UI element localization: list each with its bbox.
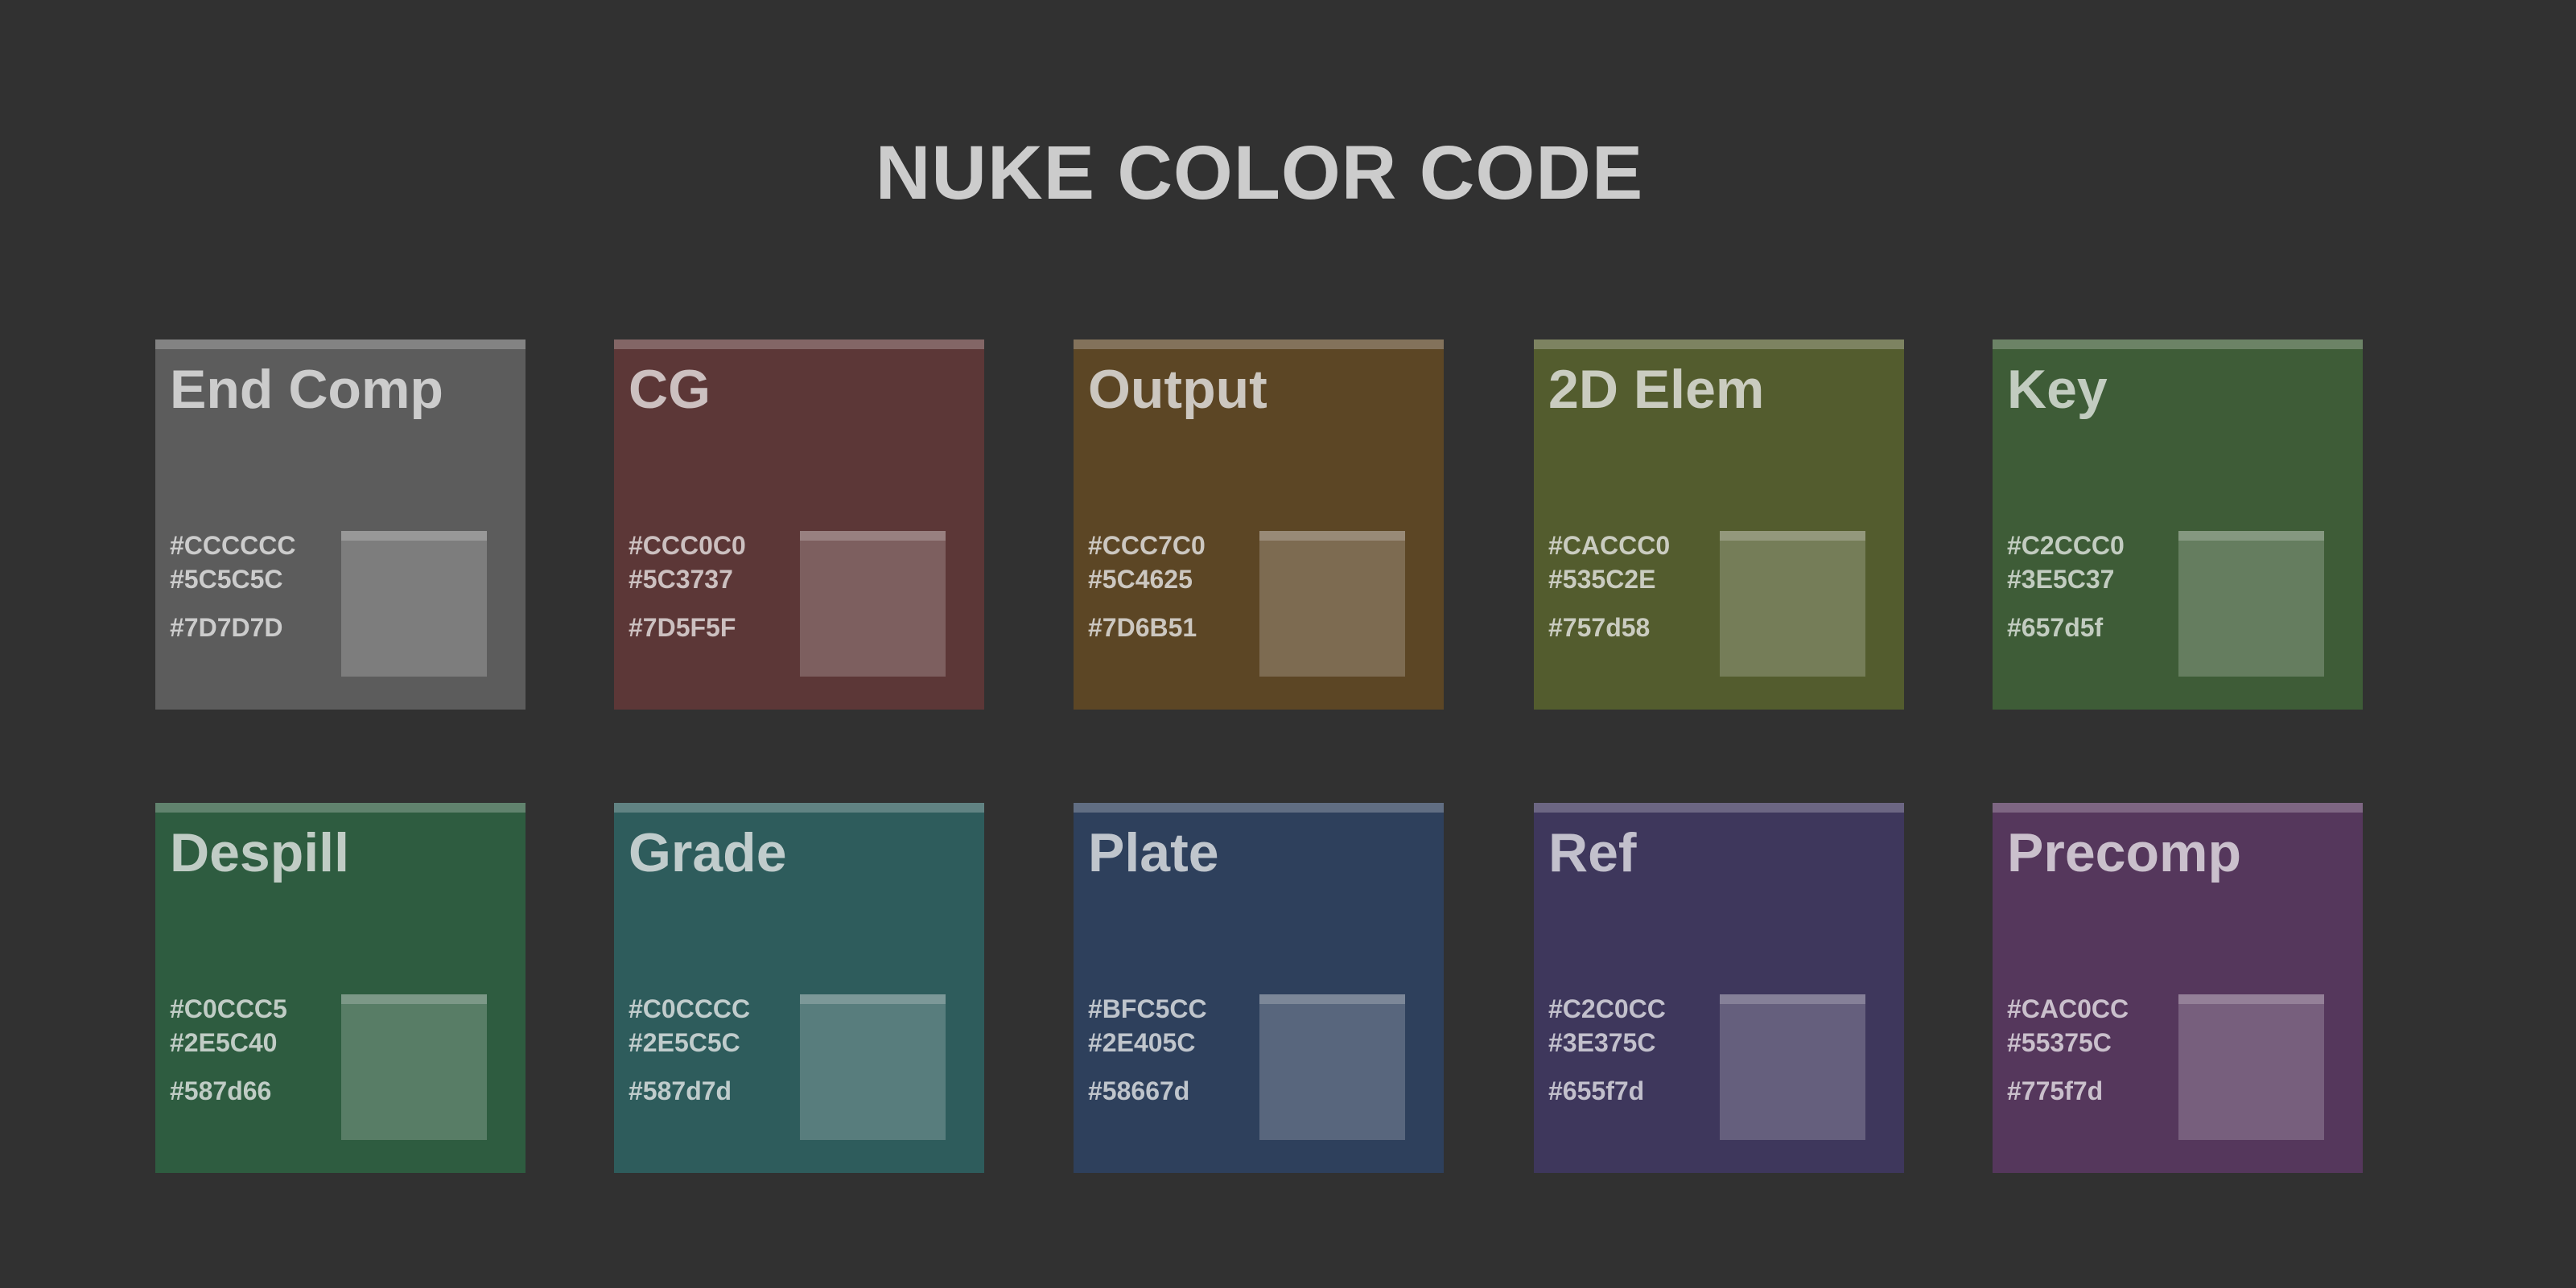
text-color-code: #C2C0CC: [1548, 994, 1666, 1023]
text-color-code: #CCC0C0: [629, 531, 746, 560]
text-color-code: #CACCC0: [1548, 531, 1671, 560]
swatch-color-code: #587d7d: [629, 1076, 732, 1105]
color-card-end-comp: End Comp #CCCCCC #5C5C5C #7D7D7D: [155, 339, 526, 710]
color-card-grade: Grade #C0CCCC #2E5C5C #587d7d: [614, 803, 984, 1173]
swatch-top-bar: [1720, 994, 1865, 1004]
card-name: Plate: [1088, 822, 1219, 883]
color-swatch: [341, 531, 487, 677]
body-color-code: #5C4625: [1088, 565, 1193, 594]
color-card-plate: Plate #BFC5CC #2E405C #58667d: [1074, 803, 1444, 1173]
body-color-code: #2E5C40: [170, 1028, 278, 1057]
swatch-top-bar: [2178, 994, 2324, 1004]
color-card-precomp: Precomp #CAC0CC #55375C #775f7d: [1993, 803, 2363, 1173]
card-top-bar: [1534, 803, 1904, 813]
body-color-code: #2E5C5C: [629, 1028, 740, 1057]
card-top-bar: [1074, 339, 1444, 349]
body-color-code: #5C5C5C: [170, 565, 283, 594]
card-top-bar: [155, 803, 526, 813]
page-title: NUKE COLOR CODE: [875, 130, 1644, 216]
color-card-cg: CG #CCC0C0 #5C3737 #7D5F5F: [614, 339, 984, 710]
color-swatch: [2178, 994, 2324, 1140]
swatch-color-code: #587d66: [170, 1076, 272, 1105]
card-name: Precomp: [2007, 822, 2241, 883]
swatch-top-bar: [800, 994, 946, 1004]
swatch-top-bar: [2178, 531, 2324, 541]
color-swatch: [1259, 994, 1405, 1140]
color-swatch: [1720, 531, 1865, 677]
card-top-bar: [614, 339, 984, 349]
color-card-key: Key #C2CCC0 #3E5C37 #657d5f: [1993, 339, 2363, 710]
color-swatch: [800, 994, 946, 1140]
body-color-code: #55375C: [2007, 1028, 2112, 1057]
card-name: Grade: [629, 822, 787, 883]
card-top-bar: [614, 803, 984, 813]
color-swatch: [1259, 531, 1405, 677]
color-swatch: [341, 994, 487, 1140]
color-swatch: [800, 531, 946, 677]
text-color-code: #C0CCCC: [629, 994, 751, 1023]
body-color-code: #5C3737: [629, 565, 733, 594]
text-color-code: #CCC7C0: [1088, 531, 1206, 560]
swatch-top-bar: [341, 531, 487, 541]
swatch-color-code: #757d58: [1548, 613, 1651, 642]
swatch-top-bar: [800, 531, 946, 541]
card-top-bar: [1074, 803, 1444, 813]
swatch-color-code: #655f7d: [1548, 1076, 1645, 1105]
swatch-top-bar: [341, 994, 487, 1004]
swatch-color-code: #7D7D7D: [170, 613, 283, 642]
body-color-code: #3E5C37: [2007, 565, 2115, 594]
card-name: End Comp: [170, 359, 443, 420]
card-name: 2D Elem: [1548, 359, 1765, 420]
card-name: Key: [2007, 359, 2108, 420]
card-top-bar: [1993, 339, 2363, 349]
card-name: Ref: [1548, 822, 1637, 883]
body-color-code: #535C2E: [1548, 565, 1656, 594]
color-swatch: [2178, 531, 2324, 677]
swatch-color-code: #657d5f: [2007, 613, 2104, 642]
text-color-code: #C2CCC0: [2007, 531, 2125, 560]
card-top-bar: [1534, 339, 1904, 349]
swatch-color-code: #7D5F5F: [629, 613, 736, 642]
card-top-bar: [1993, 803, 2363, 813]
body-color-code: #2E405C: [1088, 1028, 1196, 1057]
swatch-color-code: #7D6B51: [1088, 613, 1197, 642]
swatch-color-code: #58667d: [1088, 1076, 1190, 1105]
card-name: Despill: [170, 822, 349, 883]
swatch-top-bar: [1259, 994, 1405, 1004]
swatch-color-code: #775f7d: [2007, 1076, 2104, 1105]
text-color-code: #CCCCCC: [170, 531, 296, 560]
color-card-output: Output #CCC7C0 #5C4625 #7D6B51: [1074, 339, 1444, 710]
body-color-code: #3E375C: [1548, 1028, 1656, 1057]
text-color-code: #C0CCC5: [170, 994, 287, 1023]
swatch-top-bar: [1259, 531, 1405, 541]
color-swatch: [1720, 994, 1865, 1140]
text-color-code: #BFC5CC: [1088, 994, 1207, 1023]
card-name: Output: [1088, 359, 1267, 420]
color-card-ref: Ref #C2C0CC #3E375C #655f7d: [1534, 803, 1904, 1173]
text-color-code: #CAC0CC: [2007, 994, 2129, 1023]
card-top-bar: [155, 339, 526, 349]
card-name: CG: [629, 359, 711, 420]
color-card-despill: Despill #C0CCC5 #2E5C40 #587d66: [155, 803, 526, 1173]
color-card-2d-elem: 2D Elem #CACCC0 #535C2E #757d58: [1534, 339, 1904, 710]
swatch-top-bar: [1720, 531, 1865, 541]
